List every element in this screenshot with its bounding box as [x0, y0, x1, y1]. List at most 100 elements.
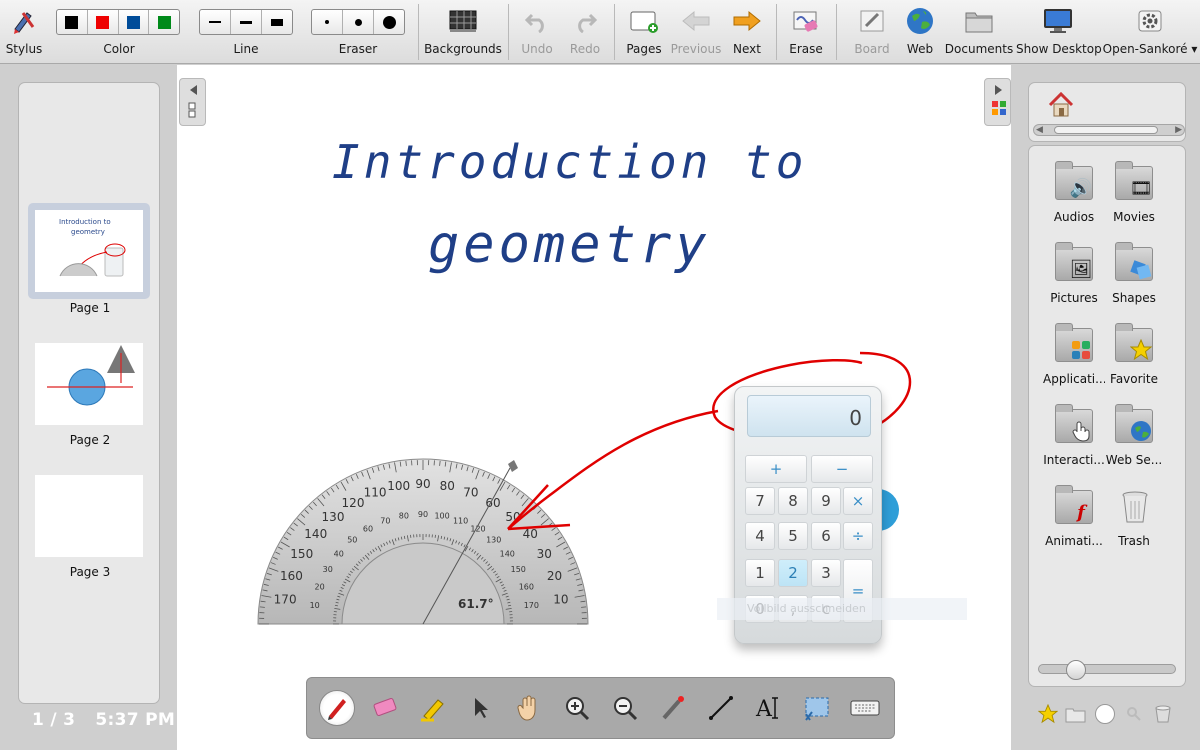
redo-button[interactable]: Redo [562, 0, 608, 64]
svg-text:A: A [755, 697, 773, 722]
search-library-icon[interactable] [1123, 703, 1145, 725]
library-panel: 🔊 Audios 🎞 Movies 🖼 Pictures Shapes Appl… [1028, 145, 1186, 687]
hand-tool-button[interactable] [511, 690, 547, 726]
color-black-swatch[interactable] [57, 10, 88, 34]
next-button[interactable]: Next [724, 0, 770, 64]
library-scroll-thumb[interactable] [1054, 126, 1158, 134]
library-item-trash[interactable]: Trash [1103, 484, 1165, 548]
backgrounds-button[interactable]: Backgrounds [424, 0, 502, 64]
zoom-out-tool-button[interactable] [607, 690, 643, 726]
laser-pointer-tool-button[interactable] [655, 690, 691, 726]
library-item-applications[interactable]: Applicati... [1043, 322, 1105, 386]
protractor-outer-label: 90 [415, 477, 430, 491]
page-thumbnail-2[interactable] [35, 343, 143, 425]
page-label-3: Page 3 [69, 565, 111, 579]
protractor-outer-label: 120 [342, 496, 365, 510]
calc-key-divide[interactable]: ÷ [843, 522, 873, 550]
board-label: Board [854, 42, 890, 56]
eraser-large-option[interactable] [374, 10, 404, 34]
pen-tool-button[interactable] [319, 690, 355, 726]
show-desktop-button[interactable]: Show Desktop [1016, 0, 1102, 64]
undo-button[interactable]: Undo [514, 0, 560, 64]
calc-key-plus[interactable]: + [745, 455, 807, 483]
calc-key-2[interactable]: 2 [778, 559, 808, 587]
color-green-swatch[interactable] [149, 10, 179, 34]
backgrounds-grid-icon [447, 6, 479, 36]
new-folder-icon[interactable] [1065, 703, 1087, 725]
eraser-tool-button[interactable] [367, 690, 403, 726]
text-tool-button[interactable]: A [751, 690, 787, 726]
color-blue-swatch[interactable] [119, 10, 150, 34]
previous-arrow-icon [680, 6, 712, 36]
applications-icon [1069, 338, 1093, 362]
selector-tool-button[interactable] [463, 690, 499, 726]
calc-key-multiply[interactable]: × [843, 487, 873, 515]
page-thumbnail-3[interactable] [35, 475, 143, 557]
library-zoom-slider-knob[interactable] [1066, 660, 1086, 680]
delete-trash-icon[interactable] [1152, 703, 1174, 725]
line-icon [709, 696, 733, 720]
zoom-out-icon [614, 697, 638, 721]
calc-key-3[interactable]: 3 [811, 559, 841, 587]
library-item-web-search[interactable]: Web Se... [1103, 403, 1165, 467]
capture-tool-button[interactable] [799, 690, 835, 726]
marker-tool-button[interactable] [415, 690, 451, 726]
keyboard-tool-button[interactable] [847, 690, 883, 726]
calc-key-9[interactable]: 9 [811, 487, 841, 515]
eraser-medium-option[interactable] [343, 10, 374, 34]
calc-key-1[interactable]: 1 [745, 559, 775, 587]
library-path-scrollbar[interactable]: ◀ ▶ [1033, 124, 1185, 136]
stylus-button[interactable]: Stylus [2, 0, 46, 64]
erase-label: Erase [789, 42, 823, 56]
undo-label: Undo [521, 42, 553, 56]
library-home-icon[interactable] [1047, 91, 1075, 122]
library-zoom-slider[interactable] [1038, 664, 1176, 674]
clock: 5:37 PM [95, 710, 176, 730]
web-button[interactable]: Web [900, 0, 940, 64]
library-item-pictures[interactable]: 🖼 Pictures [1043, 241, 1105, 305]
calc-key-6[interactable]: 6 [811, 522, 841, 550]
protractor-inner-label: 50 [347, 536, 357, 545]
calc-key-minus[interactable]: − [811, 455, 873, 483]
collapse-left-panel-tab[interactable] [179, 78, 206, 126]
calc-key-7[interactable]: 7 [745, 487, 775, 515]
zoom-in-tool-button[interactable] [559, 690, 595, 726]
library-item-favorite[interactable]: Favorite [1103, 322, 1165, 386]
calc-key-5[interactable]: 5 [778, 522, 808, 550]
eraser-small-option[interactable] [312, 10, 343, 34]
chevron-down-icon: ▾ [1191, 42, 1198, 56]
line-thick-option[interactable] [262, 10, 292, 34]
scroll-left-icon[interactable]: ◀ [1036, 125, 1043, 135]
stylus-label: Stylus [5, 42, 43, 56]
calc-key-4[interactable]: 4 [745, 522, 775, 550]
add-favorite-star-icon[interactable] [1037, 703, 1059, 725]
audio-icon: 🔊 [1069, 177, 1093, 199]
open-sankore-menu[interactable]: Open-Sankoré ▾ [1102, 0, 1198, 64]
line-tool-button[interactable] [703, 690, 739, 726]
eraser-size-picker [311, 9, 405, 35]
protractor-inner-label: 40 [334, 549, 344, 558]
documents-button[interactable]: Documents [944, 0, 1014, 64]
scroll-right-icon[interactable]: ▶ [1175, 125, 1182, 135]
library-item-animations[interactable]: f Animati... [1043, 484, 1105, 548]
library-item-movies[interactable]: 🎞 Movies [1103, 160, 1165, 224]
trash-icon [1121, 488, 1149, 526]
color-red-swatch[interactable] [88, 10, 119, 34]
collapse-right-panel-tab[interactable] [984, 78, 1011, 126]
monitor-icon [1042, 6, 1074, 36]
view-mode-circle-icon[interactable] [1094, 703, 1116, 725]
library-item-audios[interactable]: 🔊 Audios [1043, 160, 1105, 224]
line-medium-option[interactable] [231, 10, 262, 34]
library-item-shapes[interactable]: Shapes [1103, 241, 1165, 305]
calc-key-8[interactable]: 8 [778, 487, 808, 515]
board-button[interactable]: Board [846, 0, 898, 64]
pages-button[interactable]: Pages [620, 0, 668, 64]
erase-button[interactable]: Erase [782, 0, 830, 64]
previous-button[interactable]: Previous [670, 0, 722, 64]
tool-dock: A [306, 677, 895, 739]
line-thin-option[interactable] [200, 10, 231, 34]
page-thumbnail-1[interactable]: Introduction to geometry [35, 210, 143, 292]
title-line-1: Introduction to [332, 135, 807, 189]
redo-label: Redo [569, 42, 601, 56]
library-item-interactive[interactable]: Interacti... [1043, 403, 1105, 467]
